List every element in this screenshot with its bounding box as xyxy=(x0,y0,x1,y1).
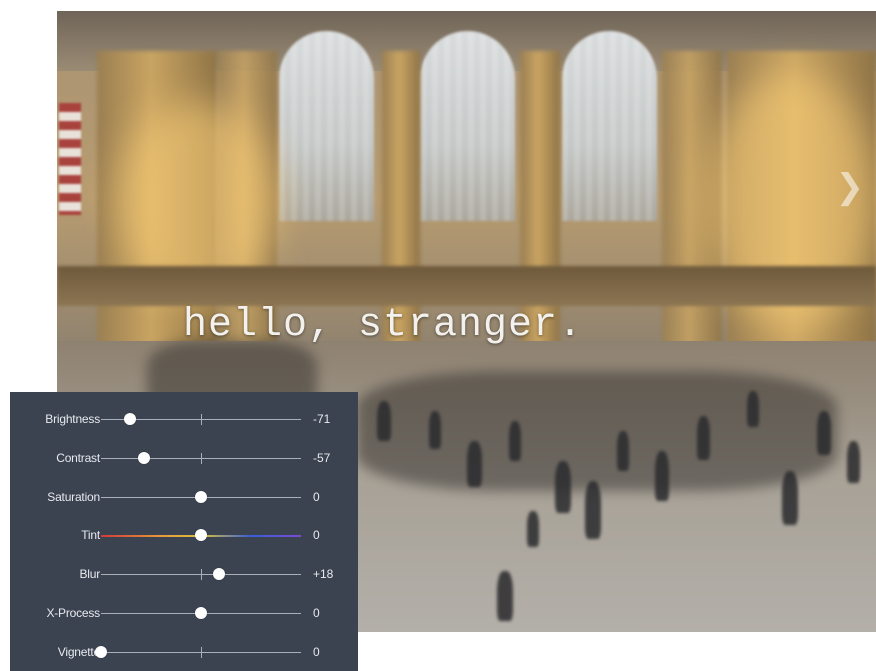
flag xyxy=(59,103,81,215)
contrast-center-tick xyxy=(201,452,202,464)
saturation-slider-handle[interactable] xyxy=(195,490,207,503)
person xyxy=(817,411,831,455)
adjustments-panel: Brightness -71 Contrast -57 Saturation 0 Tint 0… xyxy=(10,392,358,671)
slider-row-contrast: Contrast -57 xyxy=(10,449,358,469)
person xyxy=(497,571,513,621)
blur-slider-handle[interactable] xyxy=(213,568,225,581)
slider-label-tint: Tint xyxy=(81,528,100,543)
arched-window-center xyxy=(420,31,515,221)
person xyxy=(585,481,601,539)
arched-window-right xyxy=(562,31,657,221)
slider-label-saturation: Saturation xyxy=(47,489,100,504)
slider-row-saturation: Saturation 0 xyxy=(10,488,358,508)
blur-center-tick xyxy=(201,569,202,581)
person xyxy=(782,471,798,525)
brightness-value: -71 xyxy=(313,412,331,426)
person xyxy=(377,401,391,441)
slider-row-brightness: Brightness -71 xyxy=(10,410,358,430)
slider-row-blur: Blur +18 xyxy=(10,565,358,585)
tint-value: 0 xyxy=(313,528,320,543)
saturation-value: 0 xyxy=(313,489,320,504)
chevron-right-icon[interactable]: ❯ xyxy=(836,167,865,207)
tint-slider-handle[interactable] xyxy=(195,529,207,542)
vignette-value: 0 xyxy=(313,644,320,659)
slider-label-contrast: Contrast xyxy=(56,450,100,465)
person xyxy=(527,511,539,547)
person xyxy=(617,431,629,471)
person xyxy=(697,416,710,460)
brightness-center-tick xyxy=(201,414,202,425)
person xyxy=(747,391,759,427)
vignette-slider-handle[interactable] xyxy=(95,645,107,658)
tagline-text: hello, stranger. xyxy=(183,303,584,348)
slider-label-blur: Blur xyxy=(79,567,100,582)
blur-value: +18 xyxy=(313,567,334,582)
x-process-slider-handle[interactable] xyxy=(195,607,207,619)
x-process-value: 0 xyxy=(313,606,320,620)
person xyxy=(555,461,571,513)
contrast-slider-handle[interactable] xyxy=(138,451,150,464)
slider-row-x-process: X-Process 0 xyxy=(10,604,358,624)
brightness-slider-handle[interactable] xyxy=(124,413,136,425)
balcony xyxy=(57,266,876,306)
person xyxy=(509,421,521,461)
person xyxy=(847,441,860,483)
vignette-center-tick xyxy=(201,646,202,658)
slider-row-tint: Tint 0 xyxy=(10,526,358,546)
slider-label-brightness: Brightness xyxy=(45,412,100,426)
slider-label-x-process: X-Process xyxy=(46,606,100,620)
slider-row-vignette: Vignette 0 xyxy=(10,643,358,663)
person xyxy=(429,411,441,449)
slider-label-vignette: Vignette xyxy=(57,644,100,659)
arched-window-left xyxy=(279,31,374,221)
contrast-value: -57 xyxy=(313,450,331,465)
person xyxy=(467,441,482,487)
person xyxy=(655,451,669,501)
